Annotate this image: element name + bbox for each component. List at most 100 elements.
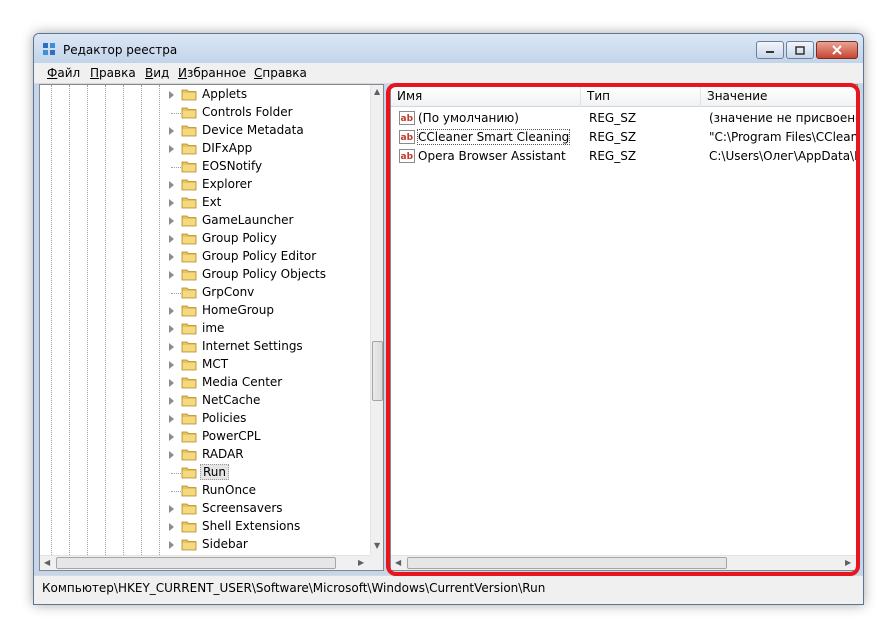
tree-item[interactable]: EOSNotify [40,158,370,176]
expand-arrow-icon[interactable] [169,235,174,243]
expand-arrow-icon[interactable] [169,199,174,207]
expand-arrow-icon[interactable] [169,379,174,387]
tree-scroll-thumb[interactable] [372,341,383,401]
close-icon [832,45,842,55]
expand-arrow-icon[interactable] [169,271,174,279]
tree-item[interactable]: Policies [40,410,370,428]
tree-item[interactable]: GameLauncher [40,212,370,230]
expand-arrow-icon[interactable] [169,307,174,315]
tree-vertical-scrollbar[interactable]: ▲ ▼ [370,85,383,555]
tree-item-label: Group Policy Objects [202,267,327,281]
tree-item[interactable]: Internet Settings [40,338,370,356]
minimize-button[interactable] [756,41,784,59]
folder-icon [181,323,197,335]
tree-item[interactable]: Group Policy Objects [40,266,370,284]
value-row[interactable]: ab CCleaner Smart Cleaning REG_SZ "C:\Progr… [391,128,857,147]
menu-edit[interactable]: Правка [90,66,136,80]
folder-icon [181,251,197,263]
expand-arrow-icon[interactable] [169,523,174,531]
scroll-right-icon[interactable]: ▶ [845,558,851,567]
expand-arrow-icon[interactable] [169,181,174,189]
expand-arrow-icon[interactable] [169,505,174,513]
folder-icon [181,89,197,101]
maximize-button[interactable] [786,41,814,59]
tree-item[interactable]: PowerCPL [40,428,370,446]
scroll-down-icon[interactable]: ▼ [374,541,380,550]
folder-icon [181,521,197,533]
tree-item[interactable]: Applets [40,86,370,104]
menu-file[interactable]: Файл [47,66,80,80]
tree-item-label: PowerCPL [202,429,261,443]
expand-arrow-icon[interactable] [169,433,174,441]
tree-item[interactable]: NetCache [40,392,370,410]
list-column-header: Имя Тип Значение [391,85,857,107]
expand-arrow-icon[interactable] [169,343,174,351]
scroll-left-icon[interactable]: ◀ [44,558,50,567]
title-bar[interactable]: Редактор реестра [34,34,863,63]
folder-icon [181,143,197,155]
tree-item-label: Device Metadata [202,123,304,137]
tree-item[interactable]: Shell Extensions [40,518,370,536]
folder-icon [181,449,197,461]
expand-arrow-icon[interactable] [169,361,174,369]
tree-item-label: Sidebar [202,537,248,551]
tree-item-label: Shell Extensions [202,519,301,533]
value-row[interactable]: ab Opera Browser Assistant REG_SZ C:\Users\… [391,147,857,166]
expand-arrow-icon[interactable] [169,145,174,153]
folder-icon [181,413,197,425]
registry-values-list[interactable]: Имя Тип Значение ab (По умолчанию) REG_SZ (… [390,84,858,571]
tree-item[interactable]: Sidebar [40,536,370,554]
folder-icon [181,125,197,137]
tree-item[interactable]: ime [40,320,370,338]
tree-item[interactable]: Group Policy Editor [40,248,370,266]
expand-arrow-icon[interactable] [169,415,174,423]
expand-arrow-icon[interactable] [169,541,174,549]
tree-hscroll-thumb[interactable] [56,557,336,569]
tree-item[interactable]: MCT [40,356,370,374]
tree-item[interactable]: Explorer [40,176,370,194]
column-name-header[interactable]: Имя [391,85,581,107]
menu-view[interactable]: Вид [145,66,169,80]
menu-favorites[interactable]: Избранное [178,66,246,80]
list-horizontal-scrollbar[interactable]: ◀ ▶ [391,555,857,570]
tree-horizontal-scrollbar[interactable]: ◀ ▶ [40,555,370,570]
tree-connector-line [171,167,181,168]
expand-arrow-icon[interactable] [169,325,174,333]
registry-key-tree[interactable]: Applets Controls Folder Device Metadata DIF… [39,84,384,571]
string-value-icon: ab [399,130,415,144]
scroll-up-icon[interactable]: ▲ [374,87,380,96]
value-type: REG_SZ [589,130,637,144]
tree-item[interactable]: GrpConv [40,284,370,302]
window-title: Редактор реестра [63,43,178,57]
expand-arrow-icon[interactable] [169,91,174,99]
column-type-header[interactable]: Тип [581,85,701,107]
tree-item[interactable]: Ext [40,194,370,212]
tree-item[interactable]: Device Metadata [40,122,370,140]
minimize-icon [766,51,774,53]
tree-item[interactable]: Screensavers [40,500,370,518]
status-key-path: Компьютер\HKEY_CURRENT_USER\Software\Mic… [42,581,546,595]
expand-arrow-icon[interactable] [169,127,174,135]
expand-arrow-icon[interactable] [169,451,174,459]
tree-item[interactable]: Media Center [40,374,370,392]
expand-arrow-icon[interactable] [169,217,174,225]
expand-arrow-icon[interactable] [169,397,174,405]
expand-arrow-icon[interactable] [169,253,174,261]
tree-item-label: Screensavers [202,501,283,515]
tree-item-label: Policies [202,411,247,425]
tree-item[interactable]: DIFxApp [40,140,370,158]
value-row[interactable]: ab (По умолчанию) REG_SZ (значение не присв… [391,109,857,128]
scroll-left-icon[interactable]: ◀ [395,558,401,567]
tree-item[interactable]: RunOnce [40,482,370,500]
scroll-right-icon[interactable]: ▶ [358,558,364,567]
tree-item[interactable]: HomeGroup [40,302,370,320]
menu-help[interactable]: Справка [254,66,307,80]
tree-item[interactable]: Controls Folder [40,104,370,122]
tree-item[interactable]: RADAR [40,446,370,464]
list-hscroll-thumb[interactable] [407,557,727,569]
tree-item[interactable]: Group Policy [40,230,370,248]
column-value-header[interactable]: Значение [701,85,857,107]
tree-item[interactable]: Run [40,464,370,482]
folder-icon [181,503,197,515]
close-button[interactable] [816,41,858,59]
